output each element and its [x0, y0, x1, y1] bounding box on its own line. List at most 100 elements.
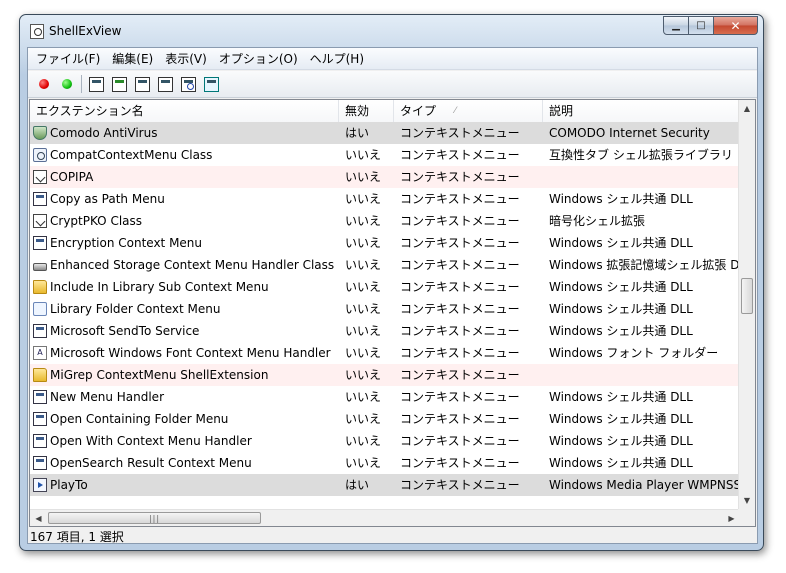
table-row[interactable]: CryptPKO Class いいえ コンテキストメニュー 暗号化シェル拡張 [30, 210, 740, 232]
cell-disabled: いいえ [345, 390, 382, 404]
table-row[interactable]: Include In Library Sub Context Menu いいえ コン… [30, 276, 740, 298]
cell-description: Windows シェル共通 DLL [549, 236, 693, 250]
refresh-icon [112, 76, 127, 92]
scroll-down-icon[interactable]: ▼ [739, 492, 755, 509]
table-row[interactable]: Enhanced Storage Context Menu Handler Cl… [30, 254, 740, 276]
find-button[interactable] [177, 73, 200, 95]
cell-name: New Menu Handler [30, 386, 339, 408]
disable-red-icon [38, 79, 49, 89]
table-row[interactable]: Library Folder Context Menu いいえ コンテキストメニュー… [30, 298, 740, 320]
table-row[interactable]: PlayTo はい コンテキストメニュー Windows Media Player W… [30, 474, 740, 496]
column-header-type[interactable]: タイプ ⁄ [394, 100, 543, 122]
close-button[interactable]: ✕ [714, 16, 758, 35]
maximize-icon: □ [696, 20, 706, 31]
menu-bar: ファイル(F) 編集(E) 表示(V) オプション(O) ヘルプ(H) [28, 48, 757, 70]
document-icon [33, 390, 47, 404]
folder-icon [33, 368, 47, 382]
horizontal-scroll-thumb[interactable]: ||| [48, 512, 261, 524]
title-bar[interactable]: ShellExView ▁ □ ✕ [20, 15, 763, 49]
table-row[interactable]: A Microsoft Windows Font Context Menu Han… [30, 342, 740, 364]
status-bar: 167 項目, 1 選択 [28, 529, 757, 544]
list-header: エクステンション名 無効 タイプ ⁄ 説明 [30, 100, 740, 122]
properties-button[interactable] [154, 73, 177, 95]
extension-list[interactable]: エクステンション名 無効 タイプ ⁄ 説明 Comodo AntiVirus はいコ… [29, 99, 756, 527]
table-row[interactable]: Copy as Path Menu いいえ コンテキストメニュー Windows シェ… [30, 188, 740, 210]
row-name: PlayTo [50, 478, 88, 492]
cell-disabled: いいえ [345, 236, 382, 250]
cell-name: MiGrep ContextMenu ShellExtension [30, 364, 339, 386]
menu-view[interactable]: 表示(V) [159, 48, 213, 70]
cell-type: コンテキストメニュー [400, 412, 520, 426]
cell-disabled: いいえ [345, 456, 382, 470]
menu-options[interactable]: オプション(O) [213, 48, 304, 70]
row-name: Comodo AntiVirus [50, 126, 158, 140]
enable-button[interactable] [55, 73, 78, 95]
exit-button[interactable] [200, 73, 223, 95]
table-row[interactable]: Open Containing Folder Menu いいえ コンテキストメニュー… [30, 408, 740, 430]
cell-type: コンテキストメニュー [400, 192, 520, 206]
cell-name: Library Folder Context Menu [30, 298, 339, 320]
cell-type: コンテキストメニュー [400, 258, 520, 272]
table-row[interactable]: Open With Context Menu Handler いいえ コンテキストメ… [30, 430, 740, 452]
status-text: 167 項目, 1 選択 [30, 530, 124, 544]
menu-edit[interactable]: 編集(E) [106, 48, 159, 70]
table-row[interactable]: COPIPA いいえ コンテキストメニュー [30, 166, 740, 188]
minimize-icon: ▁ [672, 20, 680, 31]
table-row[interactable]: Microsoft SendTo Service いいえ コンテキストメニュー Win… [30, 320, 740, 342]
cell-disabled: いいえ [345, 280, 382, 294]
cell-disabled: いいえ [345, 346, 382, 360]
cell-description: Windows シェル共通 DLL [549, 192, 693, 206]
table-row[interactable]: Encryption Context Menu いいえ コンテキストメニュー Wind… [30, 232, 740, 254]
font-icon: A [33, 346, 47, 360]
disable-button[interactable] [32, 73, 55, 95]
row-name: CompatContextMenu Class [50, 148, 213, 162]
table-row[interactable]: Comodo AntiVirus はい コンテキストメニュー COMODO Inter… [30, 122, 740, 144]
play-icon [33, 478, 47, 492]
table-row[interactable]: OpenSearch Result Context Menu いいえ コンテキストメ… [30, 452, 740, 474]
shield-icon [33, 126, 47, 140]
save-button[interactable] [85, 73, 108, 95]
minimize-button[interactable]: ▁ [663, 16, 689, 35]
scroll-up-icon[interactable]: ▲ [739, 100, 755, 117]
cell-type: コンテキストメニュー [400, 302, 520, 316]
menu-help[interactable]: ヘルプ(H) [304, 48, 370, 70]
toolbar-separator [81, 75, 82, 93]
cell-disabled: いいえ [345, 302, 382, 316]
cell-type: コンテキストメニュー [400, 324, 520, 338]
window-title: ShellExView [49, 24, 122, 38]
table-row[interactable]: MiGrep ContextMenu ShellExtension いいえ コンテキ… [30, 364, 740, 386]
document-icon [33, 412, 47, 426]
toolbar [28, 71, 757, 98]
scroll-left-icon[interactable]: ◀ [30, 510, 47, 526]
maximize-button[interactable]: □ [689, 16, 714, 35]
close-icon: ✕ [730, 18, 741, 33]
column-header-name[interactable]: エクステンション名 [30, 100, 339, 122]
cell-name: A Microsoft Windows Font Context Menu Han… [30, 342, 339, 364]
cell-name: Include In Library Sub Context Menu [30, 276, 339, 298]
table-row[interactable]: New Menu Handler いいえ コンテキストメニュー Windows シェル… [30, 386, 740, 408]
row-name: Microsoft SendTo Service [50, 324, 200, 338]
refresh-button[interactable] [108, 73, 131, 95]
cell-name: Enhanced Storage Context Menu Handler Cl… [30, 254, 339, 276]
gear-icon [33, 148, 47, 162]
column-header-disabled[interactable]: 無効 [339, 100, 394, 122]
cell-type: コンテキストメニュー [400, 236, 520, 250]
document-icon [33, 324, 47, 338]
vertical-scroll-thumb[interactable] [741, 278, 753, 314]
menu-file[interactable]: ファイル(F) [30, 48, 106, 70]
cell-disabled: いいえ [345, 412, 382, 426]
cell-type: コンテキストメニュー [400, 170, 520, 184]
cell-name: Copy as Path Menu [30, 188, 339, 210]
horizontal-scrollbar[interactable]: ◀ ||| ▶ [30, 509, 740, 526]
column-header-description[interactable]: 説明 [543, 100, 740, 122]
caption-buttons: ▁ □ ✕ [663, 16, 758, 35]
cell-disabled: はい [345, 126, 370, 140]
copy-button[interactable] [131, 73, 154, 95]
cell-description: Windows シェル共通 DLL [549, 390, 693, 404]
cell-name: Microsoft SendTo Service [30, 320, 339, 342]
vertical-scrollbar[interactable]: ▲ ▼ [738, 100, 755, 509]
cell-description: Windows シェル共通 DLL [549, 324, 693, 338]
library-icon [33, 302, 47, 316]
table-row[interactable]: CompatContextMenu Class いいえ コンテキストメニュー 互換性タ… [30, 144, 740, 166]
cell-type: コンテキストメニュー [400, 434, 520, 448]
